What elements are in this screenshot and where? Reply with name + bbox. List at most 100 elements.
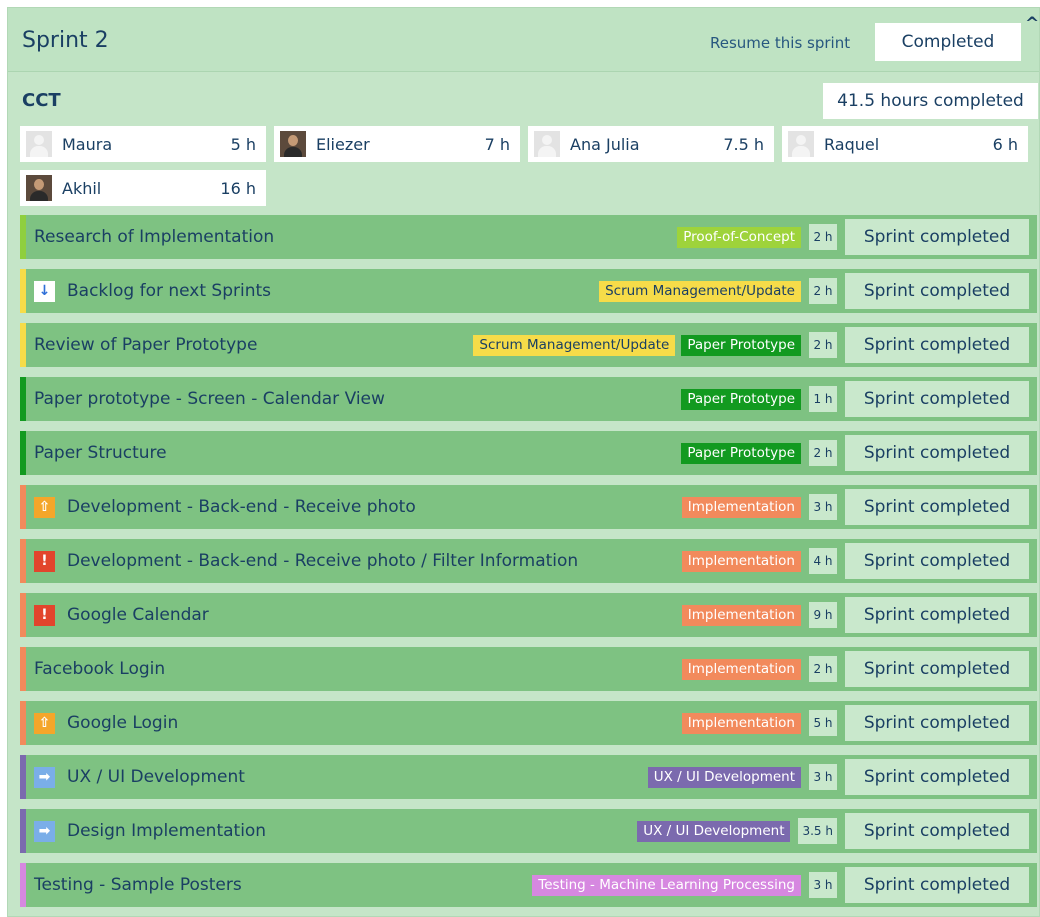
task-title[interactable]: Testing - Sample Posters [34, 875, 242, 895]
member-name: Akhil [62, 178, 102, 198]
task-title[interactable]: Review of Paper Prototype [34, 335, 257, 355]
task-row[interactable]: Paper Structure Paper Prototype 2 h Sprint … [20, 431, 1037, 475]
task-title[interactable]: Google Login [67, 713, 178, 733]
task-status-button[interactable]: Sprint completed [845, 327, 1029, 363]
task-hours: 9 h [809, 602, 837, 628]
task-title[interactable]: Google Calendar [67, 605, 209, 625]
category-tag: Paper Prototype [681, 442, 801, 464]
task-title[interactable]: Paper prototype - Screen - Calendar View [34, 389, 385, 409]
collapse-caret-icon[interactable]: ^ [1025, 14, 1039, 34]
category-tag: Implementation [681, 550, 801, 572]
sprint-title: Sprint 2 [22, 28, 109, 53]
category-tag: Paper Prototype [681, 388, 801, 410]
task-hours: 3.5 h [798, 818, 837, 844]
category-tag: UX / UI Development [637, 820, 791, 842]
task-status-button[interactable]: Sprint completed [845, 867, 1029, 903]
member-hours: 5 h [230, 134, 256, 154]
task-title[interactable]: Research of Implementation [34, 227, 274, 247]
task-hours: 2 h [809, 278, 837, 304]
task-status-button[interactable]: Sprint completed [845, 489, 1029, 525]
member-name: Ana Julia [570, 134, 640, 154]
resume-sprint-link[interactable]: Resume this sprint [710, 34, 850, 52]
task-row[interactable]: ↓ Backlog for next Sprints Scrum Managemen… [20, 269, 1037, 313]
avatar [26, 131, 52, 157]
task-row[interactable]: Paper prototype - Screen - Calendar View… [20, 377, 1037, 421]
task-row[interactable]: Review of Paper Prototype Scrum Managemen… [20, 323, 1037, 367]
arrow-up-icon: ⇧ [34, 496, 55, 518]
task-hours: 5 h [809, 710, 837, 736]
category-tag: Implementation [681, 496, 801, 518]
task-title[interactable]: Development - Back-end - Receive photo [67, 497, 416, 517]
task-hours: 2 h [809, 440, 837, 466]
avatar [788, 131, 814, 157]
member-card[interactable]: Maura 5 h [20, 126, 266, 162]
category-tag: Scrum Management/Update [473, 334, 676, 356]
task-hours: 3 h [809, 764, 837, 790]
member-hours: 16 h [220, 178, 256, 198]
member-card[interactable]: Ana Julia 7.5 h [528, 126, 774, 162]
task-row[interactable]: ⇧ Development - Back-end - Receive photo I… [20, 485, 1037, 529]
category-tag: Implementation [681, 604, 801, 626]
task-row[interactable]: ➡ UX / UI Development UX / UI Development 3… [20, 755, 1037, 799]
avatar [26, 175, 52, 201]
task-status-button[interactable]: Sprint completed [845, 435, 1029, 471]
task-row[interactable]: Facebook Login Implementation 2 h Sprint co… [20, 647, 1037, 691]
sprint-panel: Sprint 2 Resume this sprint Completed ^ … [7, 7, 1040, 917]
category-tag: Implementation [681, 658, 801, 680]
exclamation-icon: ! [34, 604, 55, 626]
member-card[interactable]: Raquel 6 h [782, 126, 1028, 162]
task-status-button[interactable]: Sprint completed [845, 705, 1029, 741]
task-hours: 2 h [809, 332, 837, 358]
task-status-button[interactable]: Sprint completed [845, 543, 1029, 579]
task-status-button[interactable]: Sprint completed [845, 651, 1029, 687]
category-tag: Scrum Management/Update [599, 280, 801, 302]
task-status-button[interactable]: Sprint completed [845, 219, 1029, 255]
task-hours: 1 h [809, 386, 837, 412]
avatar [534, 131, 560, 157]
task-hours: 3 h [809, 494, 837, 520]
arrow-right-icon: ➡ [34, 820, 55, 842]
member-name: Raquel [824, 134, 880, 154]
member-hours: 7 h [484, 134, 510, 154]
arrow-down-icon: ↓ [34, 280, 55, 302]
hours-completed-badge: 41.5 hours completed [823, 83, 1038, 119]
category-tag: UX / UI Development [647, 766, 801, 788]
task-hours: 2 h [809, 224, 837, 250]
task-row[interactable]: ⇧ Google Login Implementation 5 h Sprint com… [20, 701, 1037, 745]
task-row[interactable]: ➡ Design Implementation UX / UI Developmen… [20, 809, 1037, 853]
task-status-button[interactable]: Sprint completed [845, 381, 1029, 417]
member-hours: 6 h [992, 134, 1018, 154]
task-status-button[interactable]: Sprint completed [845, 759, 1029, 795]
task-row[interactable]: Research of Implementation Proof-of-Conce… [20, 215, 1037, 259]
task-title[interactable]: Facebook Login [34, 659, 165, 679]
member-card[interactable]: Akhil 16 h [20, 170, 266, 206]
task-status-button[interactable]: Sprint completed [845, 597, 1029, 633]
category-tag: Proof-of-Concept [677, 226, 801, 248]
task-hours: 3 h [809, 872, 837, 898]
task-title[interactable]: Backlog for next Sprints [67, 281, 271, 301]
exclamation-icon: ! [34, 550, 55, 572]
task-row[interactable]: ! Development - Back-end - Receive photo … [20, 539, 1037, 583]
task-title[interactable]: Paper Structure [34, 443, 167, 463]
member-name: Maura [62, 134, 113, 154]
sprint-header: Sprint 2 Resume this sprint Completed ^ [8, 8, 1039, 72]
task-title[interactable]: UX / UI Development [67, 767, 245, 787]
task-row[interactable]: Testing - Sample Posters Testing - Machin… [20, 863, 1037, 907]
member-name: Eliezer [316, 134, 370, 154]
avatar [280, 131, 306, 157]
task-hours: 4 h [809, 548, 837, 574]
task-status-button[interactable]: Sprint completed [845, 813, 1029, 849]
member-card[interactable]: Eliezer 7 h [274, 126, 520, 162]
task-title[interactable]: Design Implementation [67, 821, 266, 841]
category-tag: Testing - Machine Learning Processing [532, 874, 801, 896]
category-tag: Implementation [681, 712, 801, 734]
task-row[interactable]: ! Google Calendar Implementation 9 h Sprint … [20, 593, 1037, 637]
project-title: CCT [22, 90, 61, 111]
sprint-completed-button[interactable]: Completed [875, 23, 1021, 61]
task-title[interactable]: Development - Back-end - Receive photo /… [67, 551, 578, 571]
member-hours: 7.5 h [723, 134, 764, 154]
task-hours: 2 h [809, 656, 837, 682]
task-status-button[interactable]: Sprint completed [845, 273, 1029, 309]
arrow-up-icon: ⇧ [34, 712, 55, 734]
arrow-right-icon: ➡ [34, 766, 55, 788]
